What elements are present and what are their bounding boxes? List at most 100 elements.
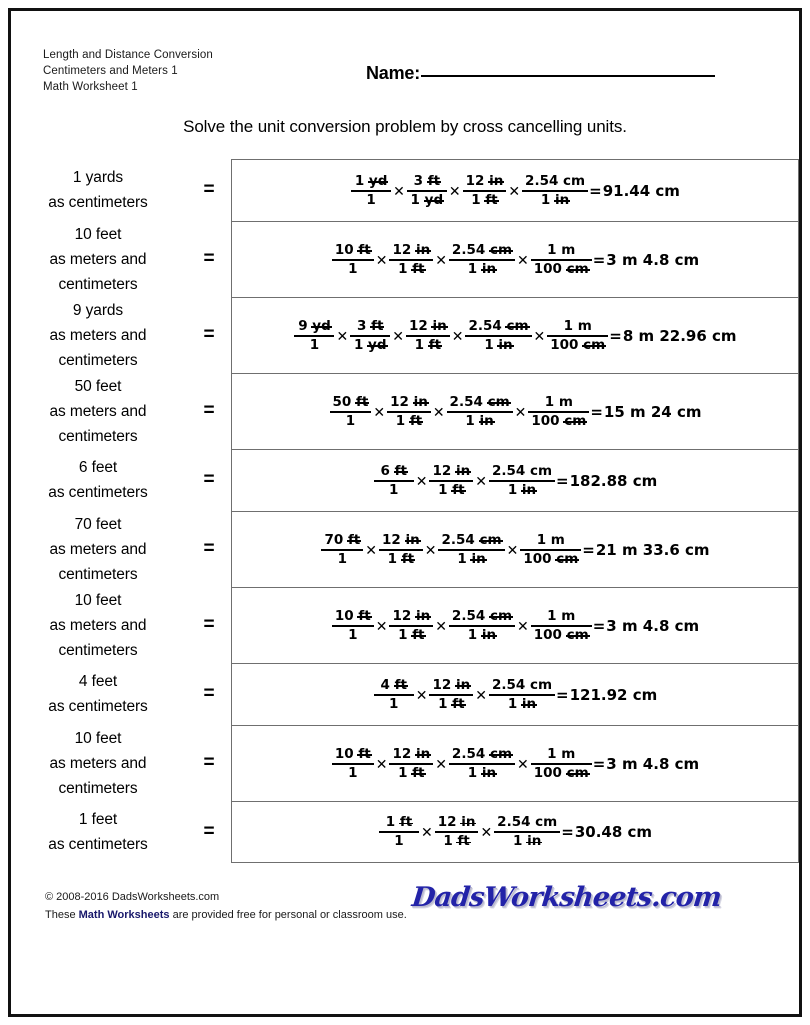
problem-list: 1 yards as centimeters = 1 yd 1 ✕ 3 ft 1 yd ✕ 12 … [11,159,799,863]
name-block: Name: [366,63,716,84]
work-area[interactable]: 1 yd 1 ✕ 3 ft 1 yd ✕ 12 in 1 ft ✕ 2.54 cm 1 in = 91.… [231,159,799,221]
multiply-icon: ✕ [435,618,447,635]
prompt-line: as meters and [49,326,147,344]
worksheet-page: Length and Distance Conversion Centimete… [8,8,802,1017]
cancelled-unit: in [414,241,432,258]
multiply-icon: ✕ [415,687,428,704]
fraction-denominator: 1 [348,260,358,277]
work-area[interactable]: 70 ft 1 ✕ 12 in 1 ft ✕ 2.54 cm 1 in ✕ 1 m 100 cm = 2… [231,511,799,587]
problem-answer: 15 m 24 cm [603,402,702,421]
equals-sign: = [203,752,215,773]
conversion-fraction: 2.54 cm 1 in [488,463,556,498]
math-worksheets-link[interactable]: Math Worksheets [79,909,170,921]
fraction-numerator: 12 in [382,531,422,548]
multiply-icon: ✕ [517,252,529,269]
problem-answer: 21 m 33.6 cm [595,540,710,559]
problem-prompt: 1 yards as centimeters [11,159,187,221]
conversion-fraction: 1 m 100 cm [530,746,593,781]
cancelled-unit: ft [411,260,426,277]
fraction-numerator: 70 ft [324,531,362,548]
work-area[interactable]: 10 ft 1 ✕ 12 in 1 ft ✕ 2.54 cm 1 in ✕ 1 m 100 cm = 3… [231,221,799,297]
conversion-fraction: 10 ft 1 [331,241,375,277]
prompt-line: 1 yards [72,169,124,186]
conversion-expression: 50 ft 1 ✕ 12 in 1 ft ✕ 2.54 cm 1 in ✕ 1 m 100 cm = 1… [329,393,702,429]
cancelled-unit: in [414,745,432,762]
conversion-expression: 10 ft 1 ✕ 12 in 1 ft ✕ 2.54 cm 1 in ✕ 1 m 100 cm = 3… [331,745,700,781]
conversion-fraction: 3 ft 1 yd [349,318,391,353]
problem-prompt: 6 feet as centimeters [11,449,187,511]
problem-row: 1 yards as centimeters = 1 yd 1 ✕ 3 ft 1 yd ✕ 12 … [11,159,799,221]
fraction-denominator: 1 ft [443,833,472,849]
cancelled-unit: cm [565,260,590,277]
problem-answer: 3 m 4.8 cm [606,754,700,773]
prompt-line: centimeters [58,275,138,293]
multiply-icon: ✕ [435,252,447,269]
problem-answer: 182.88 cm [569,471,658,490]
conversion-fraction: 1 m 100 cm [519,532,582,567]
prompt-line: 9 yards [72,301,124,319]
multiply-icon: ✕ [375,618,388,635]
conversion-fraction: 70 ft 1 [320,531,364,567]
dadsworksheets-logo[interactable]: DadsWorksheets.com [410,882,722,913]
fraction-denominator: 1 [366,191,376,208]
multiply-icon: ✕ [424,542,437,559]
fraction-numerator: 2.54 cm [441,531,503,548]
problem-answer: 3 m 4.8 cm [606,616,700,635]
prompt-line: as centimeters [48,484,148,501]
conversion-expression: 10 ft 1 ✕ 12 in 1 ft ✕ 2.54 cm 1 in ✕ 1 m 100 cm = 3… [331,241,699,277]
cancelled-unit: cm [565,764,590,781]
cancelled-unit: cm [565,626,590,643]
cancelled-unit: cm [582,336,607,353]
work-area[interactable]: 4 ft 1 ✕ 12 in 1 ft ✕ 2.54 cm 1 in = 121.92 cm [231,663,799,725]
cancelled-unit: ft [354,393,370,410]
work-area[interactable]: 1 ft 1 ✕ 12 in 1 ft ✕ 2.54 cm 1 in = 30.48 cm [231,801,799,863]
fraction-denominator: 1 ft [387,550,416,567]
conversion-fraction: 4 ft 1 [373,676,415,712]
meta-subtitle-line: Centimeters and Meters 1 [43,65,178,77]
conversion-fraction: 12 in 1 ft [388,608,434,643]
multiply-icon: ✕ [432,404,445,421]
result-equals-sign: = [592,616,606,635]
conversion-fraction: 2.54 cm 1 in [521,172,589,208]
cancelled-unit: in [404,531,422,548]
work-area[interactable]: 10 ft 1 ✕ 12 in 1 ft ✕ 2.54 cm 1 in ✕ 1 m 100 cm = 3… [231,725,799,801]
fraction-numerator: 10 ft [334,241,373,258]
fraction-numerator: 2.54 cm [525,172,586,189]
fraction-denominator: 1 ft [398,260,426,277]
fraction-denominator: 100 cm [533,764,590,781]
multiply-icon: ✕ [508,183,521,200]
conversion-expression: 4 ft 1 ✕ 12 in 1 ft ✕ 2.54 cm 1 in = 121.92 cm [373,676,658,712]
cancelled-unit: yd [367,172,389,189]
usage-suffix: are provided free for personal or classr… [172,909,407,921]
multiply-icon: ✕ [392,328,404,345]
equals-sign: = [203,400,215,421]
conversion-expression: 10 ft 1 ✕ 12 in 1 ft ✕ 2.54 cm 1 in ✕ 1 m 100 cm = 3… [331,608,700,643]
problem-answer: 121.92 cm [569,685,658,704]
fraction-denominator: 1 in [513,833,543,849]
result-equals-sign: = [590,402,603,421]
fraction-denominator: 1 in [540,191,571,208]
fraction-numerator: 9 yd [298,317,333,334]
cancelled-unit: ft [393,676,409,693]
multiply-icon: ✕ [373,404,386,421]
work-area[interactable]: 6 ft 1 ✕ 12 in 1 ft ✕ 2.54 cm 1 in = 182.88 cm [231,449,799,511]
name-input-line[interactable] [421,75,716,77]
work-area[interactable]: 50 ft 1 ✕ 12 in 1 ft ✕ 2.54 cm 1 in ✕ 1 m 100 cm = 1… [231,373,799,449]
conversion-fraction: 9 yd 1 [293,317,335,353]
cancelled-unit: in [460,814,477,830]
prompt-line: 4 feet [78,673,118,690]
conversion-fraction: 12 in 1 ft [388,745,434,781]
conversion-fraction: 3 ft 1 yd [406,172,448,208]
work-area[interactable]: 9 yd 1 ✕ 3 ft 1 yd ✕ 12 in 1 ft ✕ 2.54 cm 1 in ✕ 1 m… [231,297,799,373]
fraction-numerator: 2.54 cm [497,814,558,830]
conversion-fraction: 1 m 100 cm [530,608,593,643]
prompt-line: centimeters [58,641,138,659]
work-area[interactable]: 10 ft 1 ✕ 12 in 1 ft ✕ 2.54 cm 1 in ✕ 1 m 100 cm = 3… [231,587,799,663]
cancelled-unit: ft [426,172,442,189]
cancelled-unit: in [470,550,487,567]
cancelled-unit: in [480,626,498,643]
multiply-icon: ✕ [517,618,529,635]
equals-sign: = [203,179,215,200]
problem-prompt: 50 feet as meters and centimeters [11,373,187,449]
conversion-fraction: 10 ft 1 [331,608,375,643]
